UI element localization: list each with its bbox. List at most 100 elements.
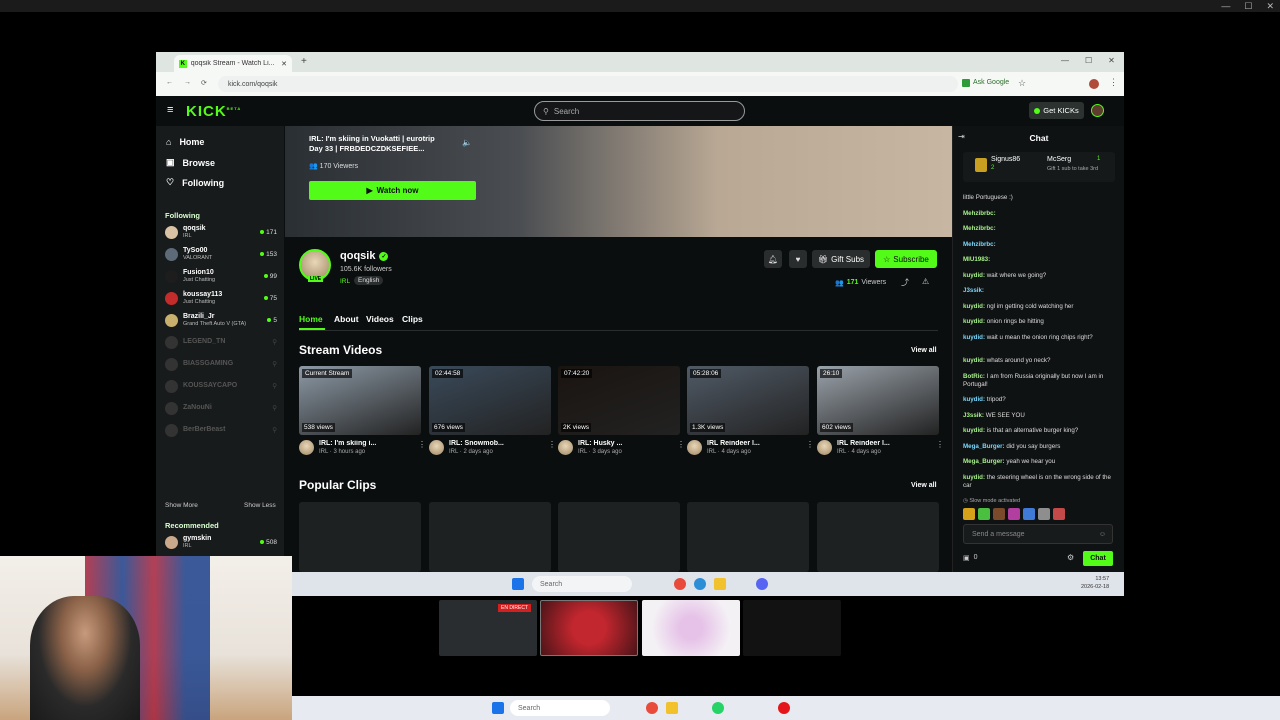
sidebar-channel[interactable]: qoqsik IRL 171	[165, 221, 277, 243]
video-thumbnail[interactable]: 26:10 602 views	[817, 366, 939, 435]
windows-start-icon[interactable]	[512, 578, 524, 590]
reload-icon[interactable]: ⟳	[201, 79, 207, 87]
tab-clips[interactable]: Clips	[402, 314, 423, 324]
video-card[interactable]: 07:42:20 2K views IRL: Husky ... IRL · 3 da…	[558, 366, 685, 455]
clip-placeholder[interactable]	[817, 502, 939, 572]
video-thumbnail[interactable]: Current Stream 538 views	[299, 366, 421, 435]
follow-button[interactable]: ♥	[789, 250, 807, 268]
more-options-icon[interactable]: ⋮	[677, 440, 685, 455]
whatsapp-icon[interactable]	[712, 702, 724, 714]
emote-icon[interactable]	[963, 508, 975, 520]
stream-videos-view-all[interactable]: View all	[911, 347, 937, 354]
search-input[interactable]: ⚲ Search	[534, 101, 745, 121]
chrome-icon[interactable]	[646, 702, 658, 714]
opera-icon[interactable]	[778, 702, 790, 714]
chat-username[interactable]: Mega_Burger:	[963, 458, 1005, 465]
video-channel-avatar[interactable]	[429, 440, 444, 455]
chat-username[interactable]: kuydid:	[963, 318, 985, 325]
sidebar-channel[interactable]: gymskin IRL 508	[165, 531, 277, 553]
sidebar-channel[interactable]: TySo00 VALORANT 153	[165, 243, 277, 265]
windows-start-icon[interactable]	[492, 702, 504, 714]
back-icon[interactable]: ←	[166, 79, 173, 86]
kick-logo[interactable]: KICKBETA	[186, 103, 241, 120]
chat-username[interactable]: kuydid:	[963, 474, 985, 481]
language-tag[interactable]: English	[354, 276, 384, 285]
chat-message-input[interactable]: Send a message ☺	[963, 524, 1113, 544]
watch-now-button[interactable]: ▶ Watch now	[309, 181, 476, 200]
browser-menu-icon[interactable]: ⋮	[1109, 77, 1118, 88]
sidebar-channel-offline[interactable]: BerBerBeast ⚲	[165, 419, 277, 441]
sidebar-channel-offline[interactable]: KOUSSAYCAPO ⚲	[165, 375, 277, 397]
chat-username[interactable]: kuydid:	[963, 272, 985, 279]
ask-google-button[interactable]: Ask Google	[962, 79, 1009, 87]
profile-avatar-icon[interactable]	[1089, 79, 1099, 89]
chat-username[interactable]: Mega_Burger:	[963, 443, 1005, 450]
maximize-icon[interactable]: ☐	[1244, 1, 1252, 12]
close-icon[interactable]: ✕	[1108, 56, 1115, 65]
get-kicks-button[interactable]: Get KICKs	[1029, 102, 1084, 119]
window-thumbnail[interactable]	[642, 600, 740, 656]
video-title[interactable]: IRL Reindeer l...	[837, 440, 931, 447]
clip-placeholder[interactable]	[429, 502, 551, 572]
sidebar-channel[interactable]: Brazili_Jr Grand Theft Auto V (GTA) 5	[165, 309, 277, 331]
video-title[interactable]: IRL: Husky ...	[578, 440, 672, 447]
maximize-icon[interactable]: ☐	[1085, 56, 1092, 65]
forward-icon[interactable]: →	[184, 79, 191, 86]
tab-about[interactable]: About	[334, 314, 359, 324]
video-channel-avatar[interactable]	[299, 440, 314, 455]
chat-username[interactable]: kuydid:	[963, 427, 985, 434]
emote-icon[interactable]	[1023, 508, 1035, 520]
emote-icon[interactable]	[1053, 508, 1065, 520]
tab-close-icon[interactable]: ✕	[281, 60, 287, 68]
chat-username[interactable]: kuydid:	[963, 357, 985, 364]
emoji-picker-icon[interactable]: ☺	[1099, 531, 1106, 538]
chrome-icon[interactable]	[674, 578, 686, 590]
video-thumbnail[interactable]: 05:28:06 1.3K views	[687, 366, 809, 435]
share-icon[interactable]: ⤴	[901, 277, 909, 288]
chat-username[interactable]: J3ssik:	[963, 412, 984, 419]
video-channel-avatar[interactable]	[558, 440, 573, 455]
gifter-1-name[interactable]: Signus86	[991, 156, 1020, 163]
chat-username[interactable]: kuydid:	[963, 303, 985, 310]
video-card[interactable]: 02:44:58 676 views IRL: Snowmob... IRL · 2 …	[429, 366, 556, 455]
chat-username[interactable]: Mehzibrbc:	[963, 225, 996, 232]
clip-placeholder[interactable]	[558, 502, 680, 572]
edge-icon[interactable]	[694, 578, 706, 590]
channel-name[interactable]: qoqsik ✓	[340, 250, 389, 262]
browser-tab[interactable]: K qoqsik Stream - Watch Li... ✕	[174, 55, 292, 72]
hamburger-menu-icon[interactable]: ≡	[167, 104, 173, 116]
host-taskbar-search[interactable]: Search	[510, 700, 610, 716]
sidebar-channel[interactable]: Fusion10 Just Chatting 99	[165, 265, 277, 287]
window-thumbnail[interactable]	[743, 600, 841, 656]
chat-send-button[interactable]: Chat	[1083, 551, 1113, 566]
gift-sub-prompt[interactable]: Gift 1 sub to take 3rd	[1047, 166, 1098, 172]
nav-home[interactable]: ⌂ Home	[166, 137, 204, 147]
video-card[interactable]: 26:10 602 views IRL Reindeer l... IRL · 4 d…	[817, 366, 944, 455]
clip-placeholder[interactable]	[299, 502, 421, 572]
chat-username[interactable]: kuydid:	[963, 396, 985, 403]
url-field[interactable]: kick.com/qoqsik	[218, 76, 958, 92]
new-tab-icon[interactable]: +	[301, 56, 307, 67]
category-link[interactable]: IRL	[340, 278, 350, 285]
sidebar-channel-offline[interactable]: ZaNouNi ⚲	[165, 397, 277, 419]
subscribe-button[interactable]: ☆ Subscribe	[875, 250, 937, 268]
chat-username[interactable]: J3ssik:	[963, 287, 984, 294]
video-title[interactable]: IRL Reindeer l...	[707, 440, 801, 447]
video-thumbnail[interactable]: 07:42:20 2K views	[558, 366, 680, 435]
show-less-button[interactable]: Show Less	[244, 502, 276, 509]
chat-username[interactable]: MIU1983:	[963, 256, 990, 263]
chat-settings-icon[interactable]: ⚙	[1067, 553, 1074, 562]
nav-browse[interactable]: ▣ Browse	[166, 157, 215, 168]
video-channel-avatar[interactable]	[817, 440, 832, 455]
emote-icon[interactable]	[1008, 508, 1020, 520]
emote-icon[interactable]	[1038, 508, 1050, 520]
popular-clips-view-all[interactable]: View all	[911, 482, 937, 489]
nav-following[interactable]: ♡ Following	[166, 177, 224, 188]
clip-placeholder[interactable]	[687, 502, 809, 572]
more-options-icon[interactable]: ⋮	[548, 440, 556, 455]
sidebar-channel-offline[interactable]: BIASSGAMING ⚲	[165, 353, 277, 375]
explorer-icon[interactable]	[714, 578, 726, 590]
gifter-2-name[interactable]: McSerg	[1047, 156, 1071, 163]
taskbar-search[interactable]: Search	[532, 576, 632, 592]
more-options-icon[interactable]: ⋮	[418, 440, 426, 455]
